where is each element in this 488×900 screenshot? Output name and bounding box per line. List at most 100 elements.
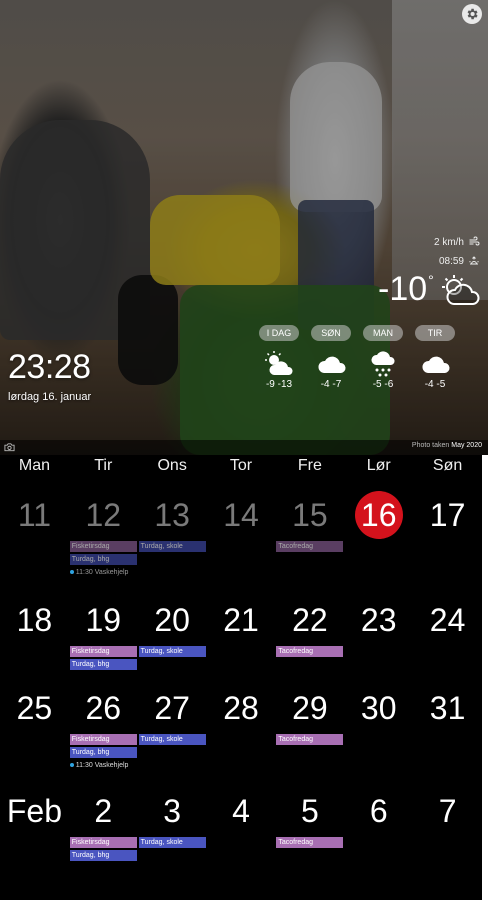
day-number: 28 [223, 690, 259, 726]
calendar-day[interactable]: 6 [344, 787, 413, 863]
event-bar[interactable]: Tacofredag [276, 734, 344, 745]
calendar-day[interactable]: 17 [413, 491, 482, 578]
event-bar[interactable]: Turdag, bhg [69, 850, 137, 861]
calendar-day[interactable]: 19 Fisketirsdag Turdag, bhg [69, 596, 138, 672]
event-bar[interactable]: Turdag, skole [138, 646, 206, 657]
event-bar[interactable]: Turdag, bhg [69, 659, 137, 670]
calendar-day[interactable]: 22 Tacofredag [275, 596, 344, 672]
calendar-day[interactable]: 20 Turdag, skole [138, 596, 207, 672]
day-events: Fisketirsdag Turdag, bhg 11:30 Vaskehjelp [69, 541, 138, 578]
day-number: 26 [85, 690, 122, 726]
day-number: 30 [360, 690, 397, 726]
event-bar[interactable]: Fisketirsdag [69, 837, 137, 848]
weekday-label: Lør [366, 457, 391, 474]
timed-event[interactable]: 11:30 Vaskehjelp [69, 567, 137, 578]
weekday-label: Ons [157, 457, 187, 474]
event-bar[interactable]: Tacofredag [276, 541, 344, 552]
calendar-day[interactable]: 28 [207, 684, 276, 771]
event-bar[interactable]: Turdag, skole [138, 734, 206, 745]
day-number: 31 [429, 690, 466, 726]
weekday-label: Tor [229, 457, 253, 474]
weekday-header: Man Tir Ons Tor Fre Lør Søn [0, 455, 482, 477]
calendar-day[interactable]: 29 Tacofredag [275, 684, 344, 771]
event-bar[interactable]: Turdag, bhg [69, 554, 137, 565]
day-number: 18 [16, 602, 53, 638]
weekday-label: Man [18, 457, 50, 474]
event-bar[interactable]: Turdag, bhg [69, 747, 137, 758]
calendar-day-today[interactable]: 16 [344, 491, 413, 578]
calendar-day[interactable]: 7 [413, 787, 482, 863]
calendar-day[interactable]: 5 Tacofredag [275, 787, 344, 863]
calendar-day[interactable]: 18 [0, 596, 69, 672]
calendar-day[interactable]: 2 Fisketirsdag Turdag, bhg [69, 787, 138, 863]
calendar-day[interactable]: 15 Tacofredag [275, 491, 344, 578]
calendar-day[interactable]: 11 [0, 491, 69, 578]
day-number: 13 [154, 497, 190, 533]
day-events: Turdag, skole [138, 734, 207, 745]
event-bar[interactable]: Fisketirsdag [69, 734, 137, 745]
calendar-day[interactable]: 21 [207, 596, 276, 672]
day-number: 17 [429, 497, 466, 533]
day-number: 23 [360, 602, 397, 638]
calendar-day[interactable]: 3 Turdag, skole [138, 787, 207, 863]
calendar-day[interactable]: 13 Turdag, skole [138, 491, 207, 578]
event-bar[interactable]: Tacofredag [276, 837, 344, 848]
event-bar[interactable]: Turdag, skole [138, 541, 206, 552]
timed-event-label: 11:30 Vaskehjelp [75, 762, 129, 769]
day-number: 4 [232, 793, 250, 829]
event-bar[interactable]: Fisketirsdag [69, 541, 137, 552]
forecast-today: I DAG -9 -13 [249, 321, 309, 390]
calendar-day[interactable]: 31 [413, 684, 482, 771]
calendar-day[interactable]: Feb [0, 787, 69, 863]
calendar-day[interactable]: 27 Turdag, skole [138, 684, 207, 771]
month-calendar: Man Tir Ons Tor Fre Lør Søn 11 12 Fisketir… [0, 455, 482, 900]
calendar-day[interactable]: 30 [344, 684, 413, 771]
sun-cloud-icon [265, 351, 293, 375]
forecast-mon: MAN -5 -6 [353, 321, 413, 390]
forecast-temps: -4 -7 [320, 379, 342, 390]
day-events: Tacofredag [275, 837, 344, 848]
cloud-icon [422, 356, 450, 373]
calendar-week-row: 18 19 Fisketirsdag Turdag, bhg 20 Turdag, sko… [0, 596, 482, 672]
day-events: Turdag, skole [138, 837, 207, 848]
calendar-scrollbar[interactable] [482, 455, 488, 900]
day-number: Feb [6, 793, 62, 829]
event-bar[interactable]: Fisketirsdag [69, 646, 137, 657]
forecast-tue: TIR -4 -5 [405, 321, 465, 390]
forecast-day-label: I DAG [259, 325, 299, 341]
calendar-week-row: 25 26 Fisketirsdag Turdag, bhg 11:30 Vaskehj… [0, 684, 482, 771]
calendar-day[interactable]: 26 Fisketirsdag Turdag, bhg 11:30 Vaskehjel… [69, 684, 138, 771]
calendar-day[interactable]: 23 [344, 596, 413, 672]
clock-date: lørdag 16. januar [8, 391, 92, 403]
day-number: 12 [85, 497, 122, 533]
day-number: 24 [429, 602, 466, 638]
gear-icon [467, 8, 478, 20]
calendar-day[interactable]: 4 [207, 787, 276, 863]
forecast-sun: SØN -4 -7 [301, 321, 361, 390]
day-number: 5 [300, 793, 319, 829]
partly-cloudy-icon [442, 275, 480, 305]
day-number: 3 [163, 793, 182, 829]
calendar-day[interactable]: 14 [207, 491, 276, 578]
calendar-day[interactable]: 25 [0, 684, 69, 771]
calendar-day[interactable]: 12 Fisketirsdag Turdag, bhg 11:30 Vaskehjel… [69, 491, 138, 578]
camera-icon[interactable] [4, 442, 15, 452]
day-number: 11 [17, 497, 52, 533]
day-events: Turdag, skole [138, 646, 207, 657]
wind-speed: 2 km/h [434, 236, 480, 248]
sunrise-icon [469, 256, 479, 265]
wind-icon [469, 236, 480, 246]
day-events: Tacofredag [275, 541, 344, 552]
day-number: 20 [154, 602, 190, 638]
weekday-label: Søn [432, 457, 463, 474]
forecast-day-label: MAN [363, 325, 403, 341]
timed-event[interactable]: 11:30 Vaskehjelp [69, 760, 137, 771]
event-bar[interactable]: Turdag, skole [138, 837, 206, 848]
day-events: Tacofredag [275, 646, 344, 657]
day-number: 19 [85, 602, 122, 638]
day-events: Fisketirsdag Turdag, bhg 11:30 Vaskehjelp [69, 734, 138, 771]
event-bar[interactable]: Tacofredag [276, 646, 344, 657]
calendar-day[interactable]: 24 [413, 596, 482, 672]
photo-taken-label: Photo taken May 2020 [411, 442, 482, 449]
settings-button[interactable] [462, 4, 482, 24]
